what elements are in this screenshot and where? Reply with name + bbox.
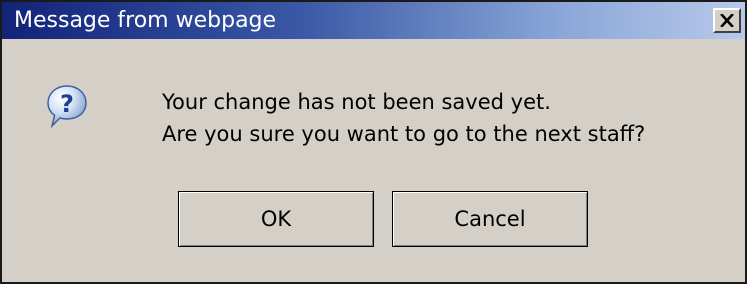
dialog-message: Your change has not been saved yet. Are … [162,86,645,150]
close-icon [720,14,734,27]
message-line: Your change has not been saved yet. [162,90,551,114]
message-dialog: Message from webpage ? Your change has n… [0,0,747,284]
question-icon: ? [47,85,87,129]
ok-button[interactable]: OK [178,191,374,247]
title-bar[interactable]: Message from webpage [2,2,745,39]
close-button[interactable] [713,8,741,33]
cancel-button[interactable]: Cancel [392,191,588,247]
message-line: Are you sure you want to go to the next … [162,122,646,146]
dialog-title: Message from webpage [14,8,277,33]
svg-text:?: ? [60,90,74,118]
